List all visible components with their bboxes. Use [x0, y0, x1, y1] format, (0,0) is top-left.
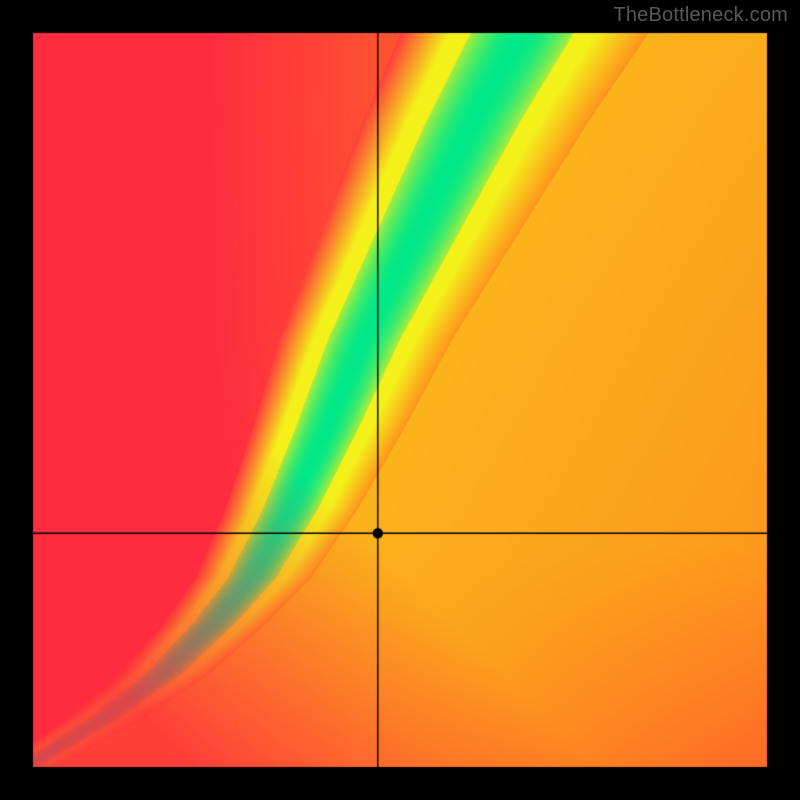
attribution-label: TheBottleneck.com: [613, 4, 788, 27]
bottleneck-heatmap: [0, 0, 800, 800]
